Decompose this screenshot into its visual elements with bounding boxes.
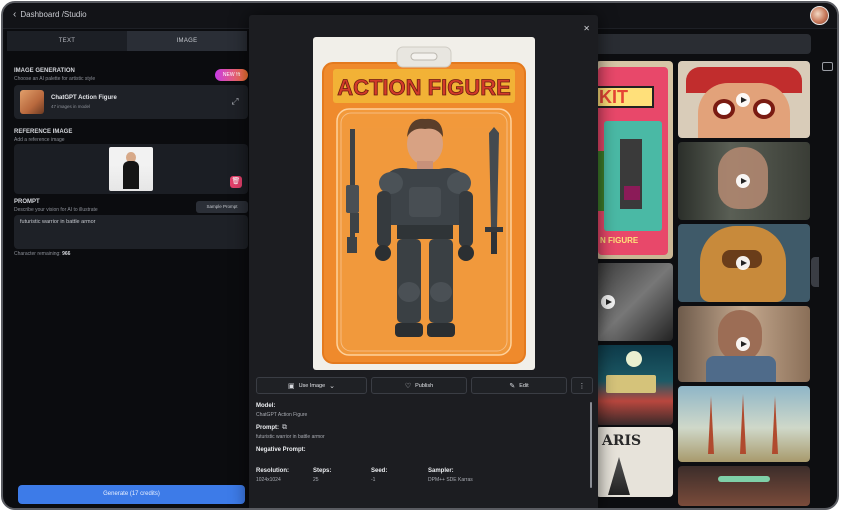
gallery-tile[interactable] bbox=[678, 386, 810, 462]
gallery: KIT N FIGURE ARIS bbox=[593, 29, 833, 508]
model-name: ChatGPT Action Figure bbox=[51, 95, 117, 101]
more-icon: ⋮ bbox=[578, 382, 586, 390]
characters-remaining: Character remaining: 966 bbox=[14, 251, 70, 257]
play-icon bbox=[736, 93, 750, 107]
image-actions: ▣ Use Image ⌄ ♡ Publish ✎ Edit ⋮ bbox=[256, 377, 593, 394]
edit-button[interactable]: ✎ Edit bbox=[471, 377, 567, 394]
gallery-tile[interactable] bbox=[678, 61, 810, 138]
image-detail-modal: ✕ ACTION FIGURE ▣ Use Image ⌄ ♡ Publish … bbox=[249, 15, 598, 508]
image-generation-subtitle: Choose an AI palette for artistic style bbox=[14, 76, 96, 82]
steps-label: Steps: bbox=[313, 468, 332, 474]
gallery-tile[interactable] bbox=[678, 466, 810, 506]
edit-icon: ✎ bbox=[509, 382, 516, 390]
gallery-tile[interactable] bbox=[678, 142, 810, 220]
prompt-input[interactable]: futuristic warrior in battle armor bbox=[14, 215, 248, 249]
prompt-title: PROMPT bbox=[14, 199, 40, 205]
steps-value: 25 bbox=[313, 477, 319, 483]
tab-image[interactable]: IMAGE bbox=[127, 31, 247, 51]
swap-icon[interactable]: ⤢ bbox=[230, 96, 240, 106]
generated-image: ACTION FIGURE bbox=[313, 37, 535, 370]
heart-icon: ♡ bbox=[404, 382, 412, 390]
sample-prompt-button[interactable]: Sample Prompt bbox=[196, 201, 248, 213]
gallery-search-bar[interactable] bbox=[593, 34, 811, 54]
play-icon bbox=[736, 256, 750, 270]
publish-button[interactable]: ♡ Publish bbox=[371, 377, 467, 394]
generate-button[interactable]: Generate (17 credits) bbox=[18, 485, 245, 504]
reference-image-title: REFERENCE IMAGE bbox=[14, 129, 73, 135]
breadcrumb: Dashboard /Studio bbox=[20, 10, 87, 19]
use-image-button[interactable]: ▣ Use Image ⌄ bbox=[256, 377, 367, 394]
copy-icon[interactable]: ⧉ bbox=[282, 424, 287, 432]
gallery-tile[interactable] bbox=[596, 263, 673, 341]
prompt-subtitle: Describe your vision for AI to illustrat… bbox=[14, 207, 98, 213]
new-badge[interactable]: NEW !ft bbox=[215, 69, 248, 81]
play-icon bbox=[736, 174, 750, 188]
tab-text[interactable]: TEXT bbox=[7, 31, 127, 51]
gallery-tile-text: KIT bbox=[599, 87, 628, 107]
trash-icon[interactable]: 🗑 bbox=[230, 176, 242, 188]
model-thumbnail bbox=[20, 90, 44, 114]
back-link[interactable]: ‹ Dashboard /Studio bbox=[13, 8, 87, 20]
gallery-tile-text: ARIS bbox=[602, 433, 642, 449]
sampler-label: Sampler: bbox=[428, 468, 454, 474]
play-icon bbox=[736, 337, 750, 351]
avatar[interactable] bbox=[810, 6, 829, 25]
chevron-left-icon: ‹ bbox=[13, 8, 17, 20]
seed-value: -1 bbox=[371, 477, 376, 483]
gallery-tile[interactable] bbox=[678, 224, 810, 302]
use-image-label: Use Image bbox=[298, 382, 326, 389]
edit-label: Edit bbox=[519, 382, 529, 389]
app-window: ‹ Dashboard /Studio TEXT IMAGE IMAGE GEN… bbox=[1, 1, 839, 510]
prompt-label: Prompt: bbox=[256, 425, 279, 431]
sidebar-icon[interactable] bbox=[822, 62, 833, 71]
mode-tabs: TEXT IMAGE bbox=[7, 31, 247, 51]
reference-image-subtitle: Add a reference image bbox=[14, 137, 65, 143]
gallery-tile[interactable]: KIT N FIGURE bbox=[596, 61, 673, 259]
seed-label: Seed: bbox=[371, 468, 388, 474]
image-icon: ▣ bbox=[287, 382, 295, 390]
model-count: 47 images in model bbox=[51, 104, 91, 109]
close-icon[interactable]: ✕ bbox=[583, 24, 590, 33]
gallery-tile[interactable] bbox=[678, 306, 810, 382]
image-generation-title: IMAGE GENERATION bbox=[14, 68, 75, 74]
model-value: ChatGPT Action Figure bbox=[256, 412, 308, 418]
modal-scrollbar[interactable] bbox=[590, 402, 592, 488]
gallery-tile-text: N FIGURE bbox=[600, 236, 639, 245]
play-icon bbox=[601, 295, 615, 309]
gallery-tile[interactable] bbox=[596, 345, 673, 425]
reference-image bbox=[109, 147, 153, 191]
characters-remaining-label: Character remaining: bbox=[14, 251, 61, 257]
gallery-tile[interactable]: ARIS bbox=[596, 427, 673, 497]
reference-image-card[interactable]: 🗑 bbox=[14, 144, 248, 194]
more-button[interactable]: ⋮ bbox=[571, 377, 593, 394]
resolution-label: Resolution: bbox=[256, 468, 289, 474]
card-title: ACTION FIGURE bbox=[337, 75, 511, 100]
prompt-value: futuristic warrior in battle armor bbox=[256, 434, 325, 440]
resolution-value: 1024x1024 bbox=[256, 477, 281, 483]
negative-prompt-label: Negative Prompt: bbox=[256, 447, 306, 453]
model-label: Model: bbox=[256, 403, 276, 409]
left-panel: TEXT IMAGE IMAGE GENERATION Choose an AI… bbox=[5, 29, 250, 508]
sampler-value: DPM++ SDE Karras bbox=[428, 477, 473, 483]
model-selector[interactable]: ChatGPT Action Figure 47 images in model… bbox=[14, 85, 248, 119]
characters-remaining-value: 966 bbox=[62, 251, 71, 257]
chevron-down-icon: ⌄ bbox=[329, 382, 336, 390]
publish-label: Publish bbox=[415, 382, 434, 389]
gallery-scroll-handle[interactable] bbox=[811, 257, 819, 287]
action-figure-image: ACTION FIGURE bbox=[322, 46, 526, 364]
